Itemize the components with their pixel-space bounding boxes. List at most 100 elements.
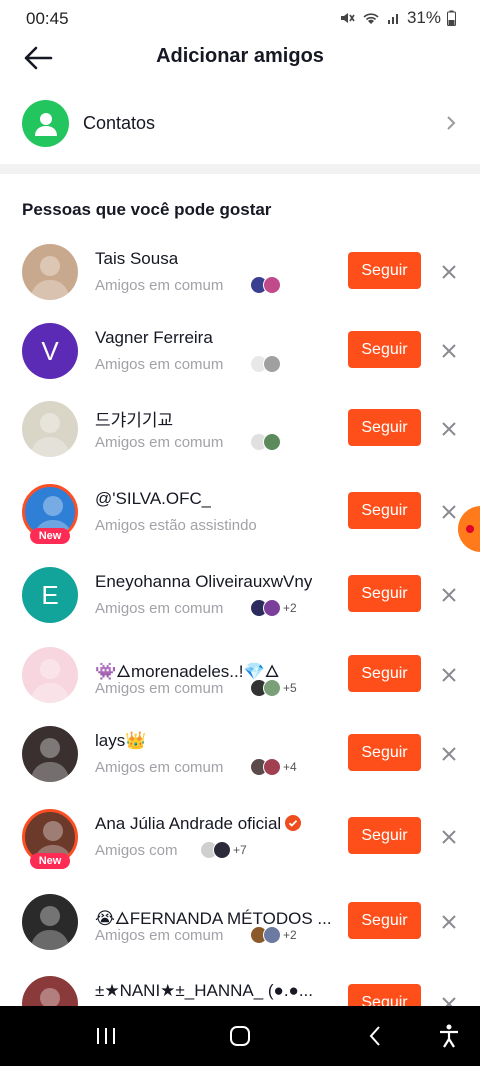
mutual-friends-text: Amigos em comum [95, 927, 224, 944]
avatar[interactable] [22, 726, 78, 782]
accessibility-icon [440, 1024, 458, 1048]
follow-button[interactable]: Seguir [348, 734, 421, 771]
follow-button[interactable]: Seguir [348, 817, 421, 854]
follow-button[interactable]: Seguir [348, 575, 421, 612]
mutual-avatar [263, 926, 281, 944]
chevron-right-icon [447, 116, 456, 130]
mutual-friends-avatars [250, 355, 281, 373]
accessibility-button[interactable] [434, 1023, 464, 1049]
user-name-text: Vagner Ferreira [95, 328, 213, 347]
mutual-friends-text: Amigos em comum [95, 356, 224, 373]
close-icon[interactable] [440, 263, 458, 281]
follow-button[interactable]: Seguir [348, 902, 421, 939]
suggestion-row[interactable]: 👾🜂morenadeles..!💎🜂 Amigos em comum +5 Segui… [0, 639, 480, 711]
follow-button[interactable]: Seguir [348, 252, 421, 289]
suggestion-row[interactable]: lays👑 Amigos em comum +4 Seguir [0, 718, 480, 790]
section-divider [0, 164, 480, 174]
user-name-text: Tais Sousa [95, 249, 179, 268]
user-name[interactable]: lays👑 [95, 731, 146, 751]
avatar-letter: V [41, 335, 59, 366]
user-name[interactable]: 드갸기기교 [95, 406, 173, 431]
user-name[interactable]: Vagner Ferreira [95, 328, 213, 348]
mutual-friends-avatars: +2 [250, 599, 297, 617]
suggestion-row[interactable]: New @'SILVA.OFC_ Amigos estão assistindo Se… [0, 476, 480, 548]
suggestion-row[interactable]: E Eneyohanna OliveirauxwVny Amigos em comu… [0, 559, 480, 631]
user-name-text: Ana Júlia Andrade oficial [95, 814, 282, 833]
mutual-friends-text: Amigos com [95, 842, 178, 859]
mutual-avatar [263, 355, 281, 373]
close-icon[interactable] [440, 666, 458, 684]
battery-icon [447, 10, 456, 26]
mutual-count: +5 [283, 681, 297, 695]
mutual-avatar [263, 599, 281, 617]
close-icon[interactable] [440, 913, 458, 931]
close-icon[interactable] [440, 586, 458, 604]
new-badge: New [30, 528, 70, 544]
mutual-friends-text: Amigos em comum [95, 434, 224, 451]
user-name[interactable]: Tais Sousa [95, 249, 178, 269]
section-title: Pessoas que você pode gostar [22, 200, 272, 219]
suggestion-row[interactable]: Tais Sousa Amigos em comum Seguir [0, 236, 480, 308]
user-name[interactable]: Eneyohanna OliveirauxwVny [95, 572, 312, 592]
profile-photo [30, 738, 70, 782]
suggestion-row[interactable]: 😭🜂FERNANDA MÉTODOS ... Amigos em comum +2 S… [0, 886, 480, 958]
mutual-count: +2 [283, 928, 297, 942]
profile-photo [30, 659, 70, 703]
contacts-row[interactable]: Contatos [0, 96, 480, 152]
mutual-count: +4 [283, 760, 297, 774]
mutual-friends-text: Amigos estão assistindo [95, 517, 257, 534]
mutual-friends-avatars: +2 [250, 926, 297, 944]
close-icon[interactable] [440, 342, 458, 360]
follow-button[interactable]: Seguir [348, 409, 421, 446]
mutual-avatar [263, 679, 281, 697]
profile-photo [30, 256, 70, 300]
avatar[interactable] [22, 244, 78, 300]
user-name[interactable]: @'SILVA.OFC_ [95, 489, 211, 509]
user-name-text: lays👑 [95, 731, 147, 750]
mutual-friends-text: Amigos em comum [95, 680, 224, 697]
close-icon[interactable] [440, 420, 458, 438]
user-name[interactable]: ±★NANI★±_HANNA_ (●.●... [95, 981, 313, 1001]
suggestion-row[interactable]: New Ana Júlia Andrade oficial Amigos com +7… [0, 801, 480, 873]
page-title: Adicionar amigos [156, 45, 324, 67]
avatar[interactable] [22, 894, 78, 950]
home-button[interactable] [225, 1023, 255, 1049]
person-icon [22, 100, 69, 147]
avatar[interactable]: V [22, 323, 78, 379]
status-icons: 31% [339, 8, 456, 28]
close-icon[interactable] [440, 745, 458, 763]
avatar[interactable] [22, 401, 78, 457]
recent-apps-button[interactable] [91, 1023, 121, 1049]
suggestion-row[interactable]: V Vagner Ferreira Amigos em comum Seguir [0, 315, 480, 387]
user-name-text: @'SILVA.OFC_ [95, 489, 212, 508]
user-name-text: ±★NANI★±_HANNA_ (●.●... [95, 981, 313, 1000]
back-nav-button[interactable] [360, 1023, 390, 1049]
user-name-text: Eneyohanna OliveirauxwVny [95, 572, 313, 591]
follow-button[interactable]: Seguir [348, 492, 421, 529]
profile-photo [30, 906, 70, 950]
mutual-avatar [213, 841, 231, 859]
verified-badge-icon [285, 815, 302, 831]
user-name[interactable]: Ana Júlia Andrade oficial [95, 814, 302, 834]
close-icon[interactable] [440, 503, 458, 521]
mutual-avatar [263, 276, 281, 294]
status-time: 00:45 [26, 9, 69, 28]
chevron-left-icon [369, 1026, 380, 1046]
contacts-label: Contatos [83, 113, 156, 133]
avatar-letter: E [41, 579, 59, 610]
mutual-count: +7 [233, 843, 247, 857]
status-bar: 00:45 31% [0, 0, 480, 36]
mutual-friends-avatars [250, 433, 281, 451]
system-nav-bar [0, 1006, 480, 1066]
mute-icon [340, 13, 355, 23]
mutual-friends-avatars: +7 [200, 841, 247, 859]
close-icon[interactable] [440, 828, 458, 846]
signal-icon [387, 14, 398, 24]
suggestion-row[interactable]: 드갸기기교 Amigos em comum Seguir [0, 393, 480, 465]
mutual-friends-avatars: +5 [250, 679, 297, 697]
avatar[interactable] [22, 647, 78, 703]
mutual-count: +2 [283, 601, 297, 615]
avatar[interactable]: E [22, 567, 78, 623]
follow-button[interactable]: Seguir [348, 655, 421, 692]
follow-button[interactable]: Seguir [348, 331, 421, 368]
